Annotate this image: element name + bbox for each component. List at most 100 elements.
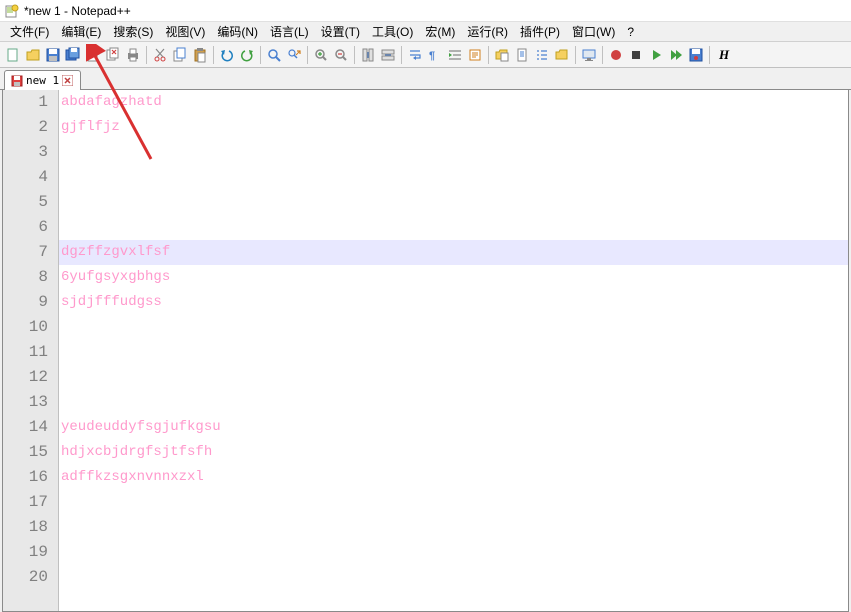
- folder-map-icon[interactable]: [493, 45, 511, 65]
- record-icon[interactable]: [607, 45, 625, 65]
- menu-search[interactable]: 搜索(S): [107, 21, 159, 42]
- code-line[interactable]: [59, 515, 848, 540]
- playmulti-icon[interactable]: [667, 45, 685, 65]
- zoomin-icon[interactable]: [312, 45, 330, 65]
- menu-help[interactable]: ?: [621, 23, 640, 41]
- saveall-icon[interactable]: [64, 45, 82, 65]
- monitor-icon[interactable]: [580, 45, 598, 65]
- menu-edit[interactable]: 编辑(E): [55, 21, 107, 42]
- toolbar-separator: [602, 46, 603, 64]
- allchars-icon[interactable]: ¶: [426, 45, 444, 65]
- paste-icon[interactable]: [191, 45, 209, 65]
- close-icon[interactable]: [84, 45, 102, 65]
- menu-file[interactable]: 文件(F): [4, 21, 55, 42]
- closeall-icon[interactable]: [104, 45, 122, 65]
- print-icon[interactable]: [124, 45, 142, 65]
- tab-close-icon[interactable]: [62, 75, 74, 87]
- line-number: 8: [3, 265, 58, 290]
- undo-icon[interactable]: [218, 45, 236, 65]
- line-number: 1: [3, 90, 58, 115]
- code-line[interactable]: [59, 340, 848, 365]
- line-number-gutter: 1234567891011121314151617181920: [3, 90, 59, 611]
- code-line[interactable]: hdjxcbjdrgfsjtfsfh: [59, 440, 848, 465]
- toolbar-separator: [575, 46, 576, 64]
- func-list-icon[interactable]: [533, 45, 551, 65]
- app-icon: [4, 3, 20, 19]
- line-number: 17: [3, 490, 58, 515]
- line-number: 13: [3, 390, 58, 415]
- menu-encoding[interactable]: 编码(N): [211, 21, 264, 42]
- stop-icon[interactable]: [627, 45, 645, 65]
- new-icon[interactable]: [4, 45, 22, 65]
- toolbar-separator: [213, 46, 214, 64]
- code-line[interactable]: [59, 315, 848, 340]
- toolbar-separator: [260, 46, 261, 64]
- code-line[interactable]: abdafagzhatd: [59, 90, 848, 115]
- replace-icon[interactable]: [285, 45, 303, 65]
- toolbar-separator: [354, 46, 355, 64]
- indent-icon[interactable]: [446, 45, 464, 65]
- svg-text:H: H: [718, 47, 730, 62]
- code-line[interactable]: [59, 190, 848, 215]
- cut-icon[interactable]: [151, 45, 169, 65]
- line-number: 16: [3, 465, 58, 490]
- code-line[interactable]: yeudeuddyfsgjufkgsu: [59, 415, 848, 440]
- redo-icon[interactable]: [238, 45, 256, 65]
- code-line[interactable]: [59, 390, 848, 415]
- code-line[interactable]: adffkzsgxnvnnxzxl: [59, 465, 848, 490]
- code-line[interactable]: [59, 165, 848, 190]
- line-number: 15: [3, 440, 58, 465]
- line-number: 10: [3, 315, 58, 340]
- code-line[interactable]: dgzffzgvxlfsf: [59, 240, 848, 265]
- line-number: 6: [3, 215, 58, 240]
- menu-view[interactable]: 视图(V): [159, 21, 211, 42]
- menu-settings[interactable]: 设置(T): [315, 21, 366, 42]
- menu-macro[interactable]: 宏(M): [419, 21, 461, 42]
- menu-tools[interactable]: 工具(O): [366, 21, 419, 42]
- code-line[interactable]: [59, 490, 848, 515]
- code-line[interactable]: sjdjfffudgss: [59, 290, 848, 315]
- code-line[interactable]: gjflfjz: [59, 115, 848, 140]
- window-title: *new 1 - Notepad++: [24, 4, 131, 18]
- menu-plugins[interactable]: 插件(P): [514, 21, 566, 42]
- open-icon[interactable]: [24, 45, 42, 65]
- doc-map-icon[interactable]: [513, 45, 531, 65]
- toolbar-separator: [709, 46, 710, 64]
- toolbar: ¶H: [0, 42, 851, 68]
- tab-file[interactable]: new 1: [4, 70, 81, 90]
- code-line[interactable]: 6yufgsyxgbhgs: [59, 265, 848, 290]
- toolbar-separator: [146, 46, 147, 64]
- menu-run[interactable]: 运行(R): [461, 21, 514, 42]
- zoomout-icon[interactable]: [332, 45, 350, 65]
- folder-ws-icon[interactable]: [553, 45, 571, 65]
- text-content[interactable]: abdafagzhatdgjflfjz dgzffzgvxlfsf6yufgsyx…: [59, 90, 848, 611]
- userlang-icon[interactable]: [466, 45, 484, 65]
- code-line[interactable]: [59, 565, 848, 590]
- line-number: 19: [3, 540, 58, 565]
- find-icon[interactable]: [265, 45, 283, 65]
- line-number: 2: [3, 115, 58, 140]
- sync-v-icon[interactable]: [359, 45, 377, 65]
- code-line[interactable]: [59, 365, 848, 390]
- editor[interactable]: 1234567891011121314151617181920 abdafagz…: [2, 90, 849, 612]
- menu-window[interactable]: 窗口(W): [566, 21, 621, 42]
- line-number: 12: [3, 365, 58, 390]
- h-icon[interactable]: H: [714, 45, 732, 65]
- toolbar-separator: [307, 46, 308, 64]
- titlebar: *new 1 - Notepad++: [0, 0, 851, 22]
- menu-language[interactable]: 语言(L): [264, 21, 315, 42]
- code-line[interactable]: [59, 140, 848, 165]
- play-icon[interactable]: [647, 45, 665, 65]
- code-line[interactable]: [59, 540, 848, 565]
- code-line[interactable]: [59, 215, 848, 240]
- savemacro-icon[interactable]: [687, 45, 705, 65]
- svg-text:¶: ¶: [429, 50, 435, 62]
- line-number: 11: [3, 340, 58, 365]
- sync-h-icon[interactable]: [379, 45, 397, 65]
- tabbar: new 1: [0, 68, 851, 90]
- line-number: 20: [3, 565, 58, 590]
- copy-icon[interactable]: [171, 45, 189, 65]
- save-icon[interactable]: [44, 45, 62, 65]
- wordwrap-icon[interactable]: [406, 45, 424, 65]
- line-number: 7: [3, 240, 58, 265]
